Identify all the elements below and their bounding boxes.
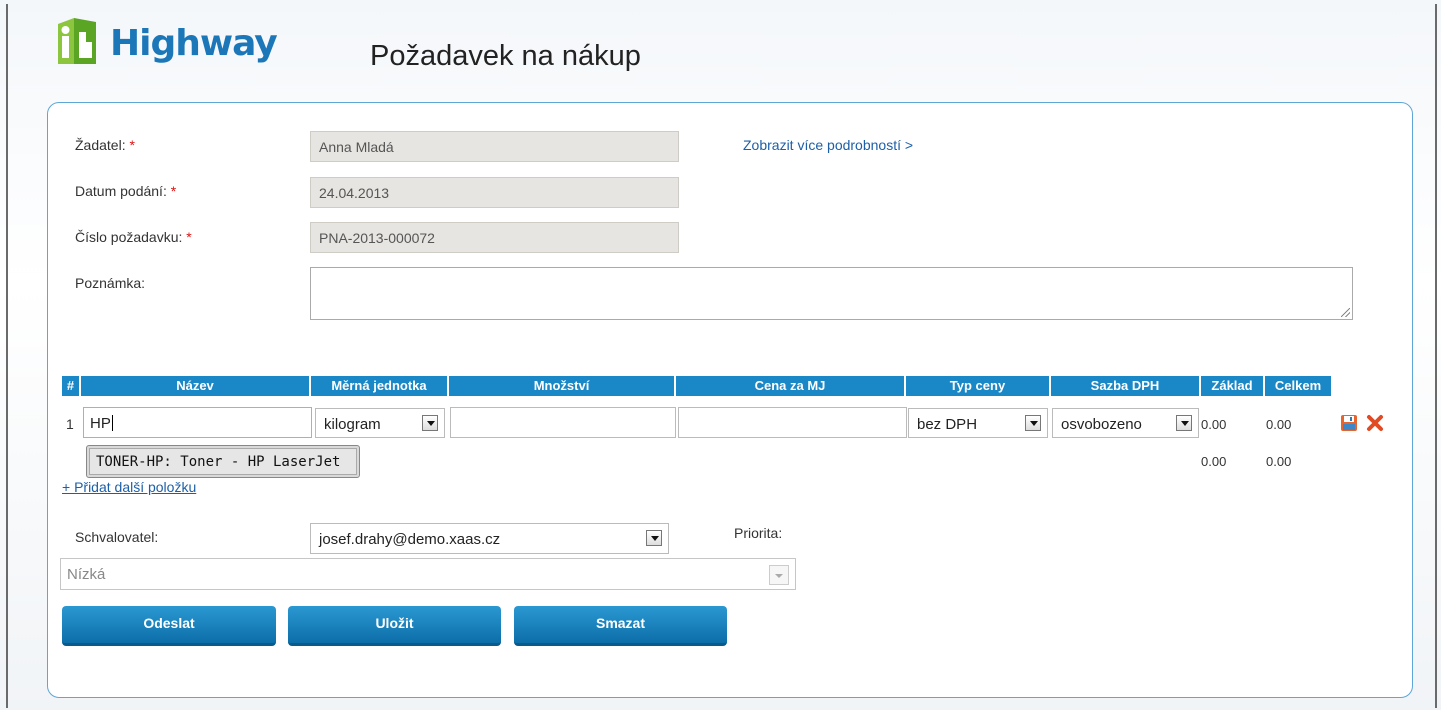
row-index: 1 bbox=[66, 416, 74, 432]
chevron-down-icon[interactable] bbox=[422, 415, 438, 431]
applicant-label: Žadatel: * bbox=[75, 137, 135, 153]
show-details-link[interactable]: Zobrazit více podrobností > bbox=[743, 137, 913, 153]
col-header-vat-rate: Sazba DPH bbox=[1051, 376, 1199, 396]
save-icon[interactable] bbox=[1340, 414, 1358, 432]
note-label: Poznámka: bbox=[75, 275, 146, 291]
col-header-unit: Měrná jednotka bbox=[311, 376, 447, 396]
quantity-input[interactable] bbox=[450, 407, 676, 438]
total-base-value: 0.00 bbox=[1201, 454, 1227, 469]
chevron-down-icon[interactable] bbox=[769, 565, 789, 585]
note-textarea[interactable] bbox=[310, 267, 1353, 320]
col-header-price-type: Typ ceny bbox=[906, 376, 1049, 396]
row-base-value: 0.00 bbox=[1201, 417, 1227, 432]
resize-grip-icon[interactable] bbox=[1341, 308, 1350, 317]
send-button[interactable]: Odeslat bbox=[62, 606, 276, 646]
item-name-input[interactable]: HP bbox=[83, 407, 312, 438]
approver-select[interactable]: josef.drahy@demo.xaas.cz bbox=[310, 523, 669, 554]
save-button[interactable]: Uložit bbox=[288, 606, 501, 646]
vat-rate-select[interactable]: osvobozeno bbox=[1052, 408, 1199, 438]
request-number-field[interactable]: PNA-2013-000072 bbox=[310, 222, 679, 253]
logo-text: Highway bbox=[110, 23, 278, 64]
autocomplete-dropdown: TONER-HP: Toner - HP LaserJet bbox=[86, 445, 360, 478]
delete-button[interactable]: Smazat bbox=[514, 606, 727, 646]
request-number-label: Číslo požadavku: * bbox=[75, 229, 192, 245]
submit-date-field[interactable]: 24.04.2013 bbox=[310, 177, 679, 208]
col-header-index: # bbox=[62, 376, 79, 396]
col-header-unit-price: Cena za MJ bbox=[676, 376, 904, 396]
col-header-base: Základ bbox=[1201, 376, 1263, 396]
delete-icon[interactable] bbox=[1365, 413, 1385, 433]
priority-select[interactable]: Nízká bbox=[60, 558, 796, 590]
page-title: Požadavek na nákup bbox=[370, 40, 641, 72]
autocomplete-option[interactable]: TONER-HP: Toner - HP LaserJet bbox=[89, 448, 357, 475]
col-header-total: Celkem bbox=[1265, 376, 1331, 396]
chevron-down-icon[interactable] bbox=[1176, 415, 1192, 431]
required-marker: * bbox=[186, 229, 192, 245]
highway-logo: Highway bbox=[52, 12, 292, 72]
required-marker: * bbox=[129, 137, 135, 153]
col-header-name: Název bbox=[81, 376, 309, 396]
text-caret bbox=[111, 415, 113, 431]
applicant-field[interactable]: Anna Mladá bbox=[310, 131, 679, 162]
submit-date-label: Datum podání: * bbox=[75, 183, 177, 199]
approver-label: Schvalovatel: bbox=[75, 529, 159, 545]
required-marker: * bbox=[170, 183, 177, 199]
unit-price-input[interactable] bbox=[678, 407, 907, 438]
price-type-select[interactable]: bez DPH bbox=[908, 408, 1048, 438]
col-header-quantity: Množství bbox=[449, 376, 674, 396]
total-sum-value: 0.00 bbox=[1266, 454, 1292, 469]
chevron-down-icon[interactable] bbox=[646, 530, 662, 546]
priority-label: Priorita: bbox=[734, 525, 783, 541]
add-item-link[interactable]: + Přidat další položku bbox=[62, 479, 196, 495]
chevron-down-icon[interactable] bbox=[1025, 415, 1041, 431]
logo-mark-icon bbox=[58, 18, 96, 64]
unit-select[interactable]: kilogram bbox=[315, 408, 445, 438]
row-total-value: 0.00 bbox=[1266, 417, 1292, 432]
